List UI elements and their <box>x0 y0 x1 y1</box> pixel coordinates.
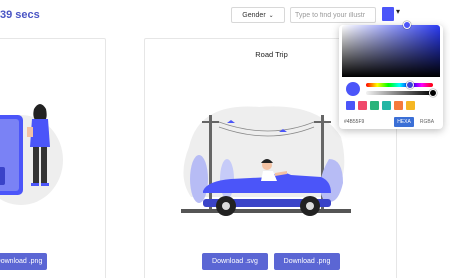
color-picker-popover: HEXA RGBA <box>339 21 443 129</box>
illustration-card: s Download .png <box>0 38 106 278</box>
color-preview <box>346 82 360 96</box>
alpha-slider[interactable] <box>366 91 433 95</box>
illustration-image <box>0 104 63 205</box>
color-presets <box>346 101 415 110</box>
hue-slider-thumb[interactable] <box>406 81 414 89</box>
format-rgba-button[interactable]: RGBA <box>417 117 437 127</box>
download-png-button[interactable]: Download .png <box>274 253 340 270</box>
chevron-down-icon: ⌄ <box>268 12 274 19</box>
caret-down-icon[interactable]: ▾ <box>396 7 400 16</box>
color-preset-swatch[interactable] <box>406 101 415 110</box>
alpha-slider-thumb[interactable] <box>429 89 437 97</box>
color-preset-swatch[interactable] <box>358 101 367 110</box>
color-preset-swatch[interactable] <box>346 101 355 110</box>
download-png-button[interactable]: Download .png <box>0 253 47 270</box>
illustration-image <box>181 106 351 216</box>
color-preset-swatch[interactable] <box>370 101 379 110</box>
color-swatch-button[interactable] <box>382 7 394 21</box>
format-hexa-button[interactable]: HEXA <box>394 117 414 127</box>
saturation-area[interactable] <box>342 25 440 77</box>
hue-slider[interactable] <box>366 83 433 87</box>
color-preset-swatch[interactable] <box>382 101 391 110</box>
timer-text: 39 secs <box>0 9 40 21</box>
download-svg-button[interactable]: Download .svg <box>202 253 268 270</box>
hex-input[interactable] <box>344 117 390 127</box>
search-input[interactable] <box>290 7 376 23</box>
color-preset-swatch[interactable] <box>394 101 403 110</box>
saturation-handle[interactable] <box>403 21 411 29</box>
gender-select-label: Gender <box>242 11 266 19</box>
gender-select[interactable]: Gender ⌄ <box>231 7 285 23</box>
